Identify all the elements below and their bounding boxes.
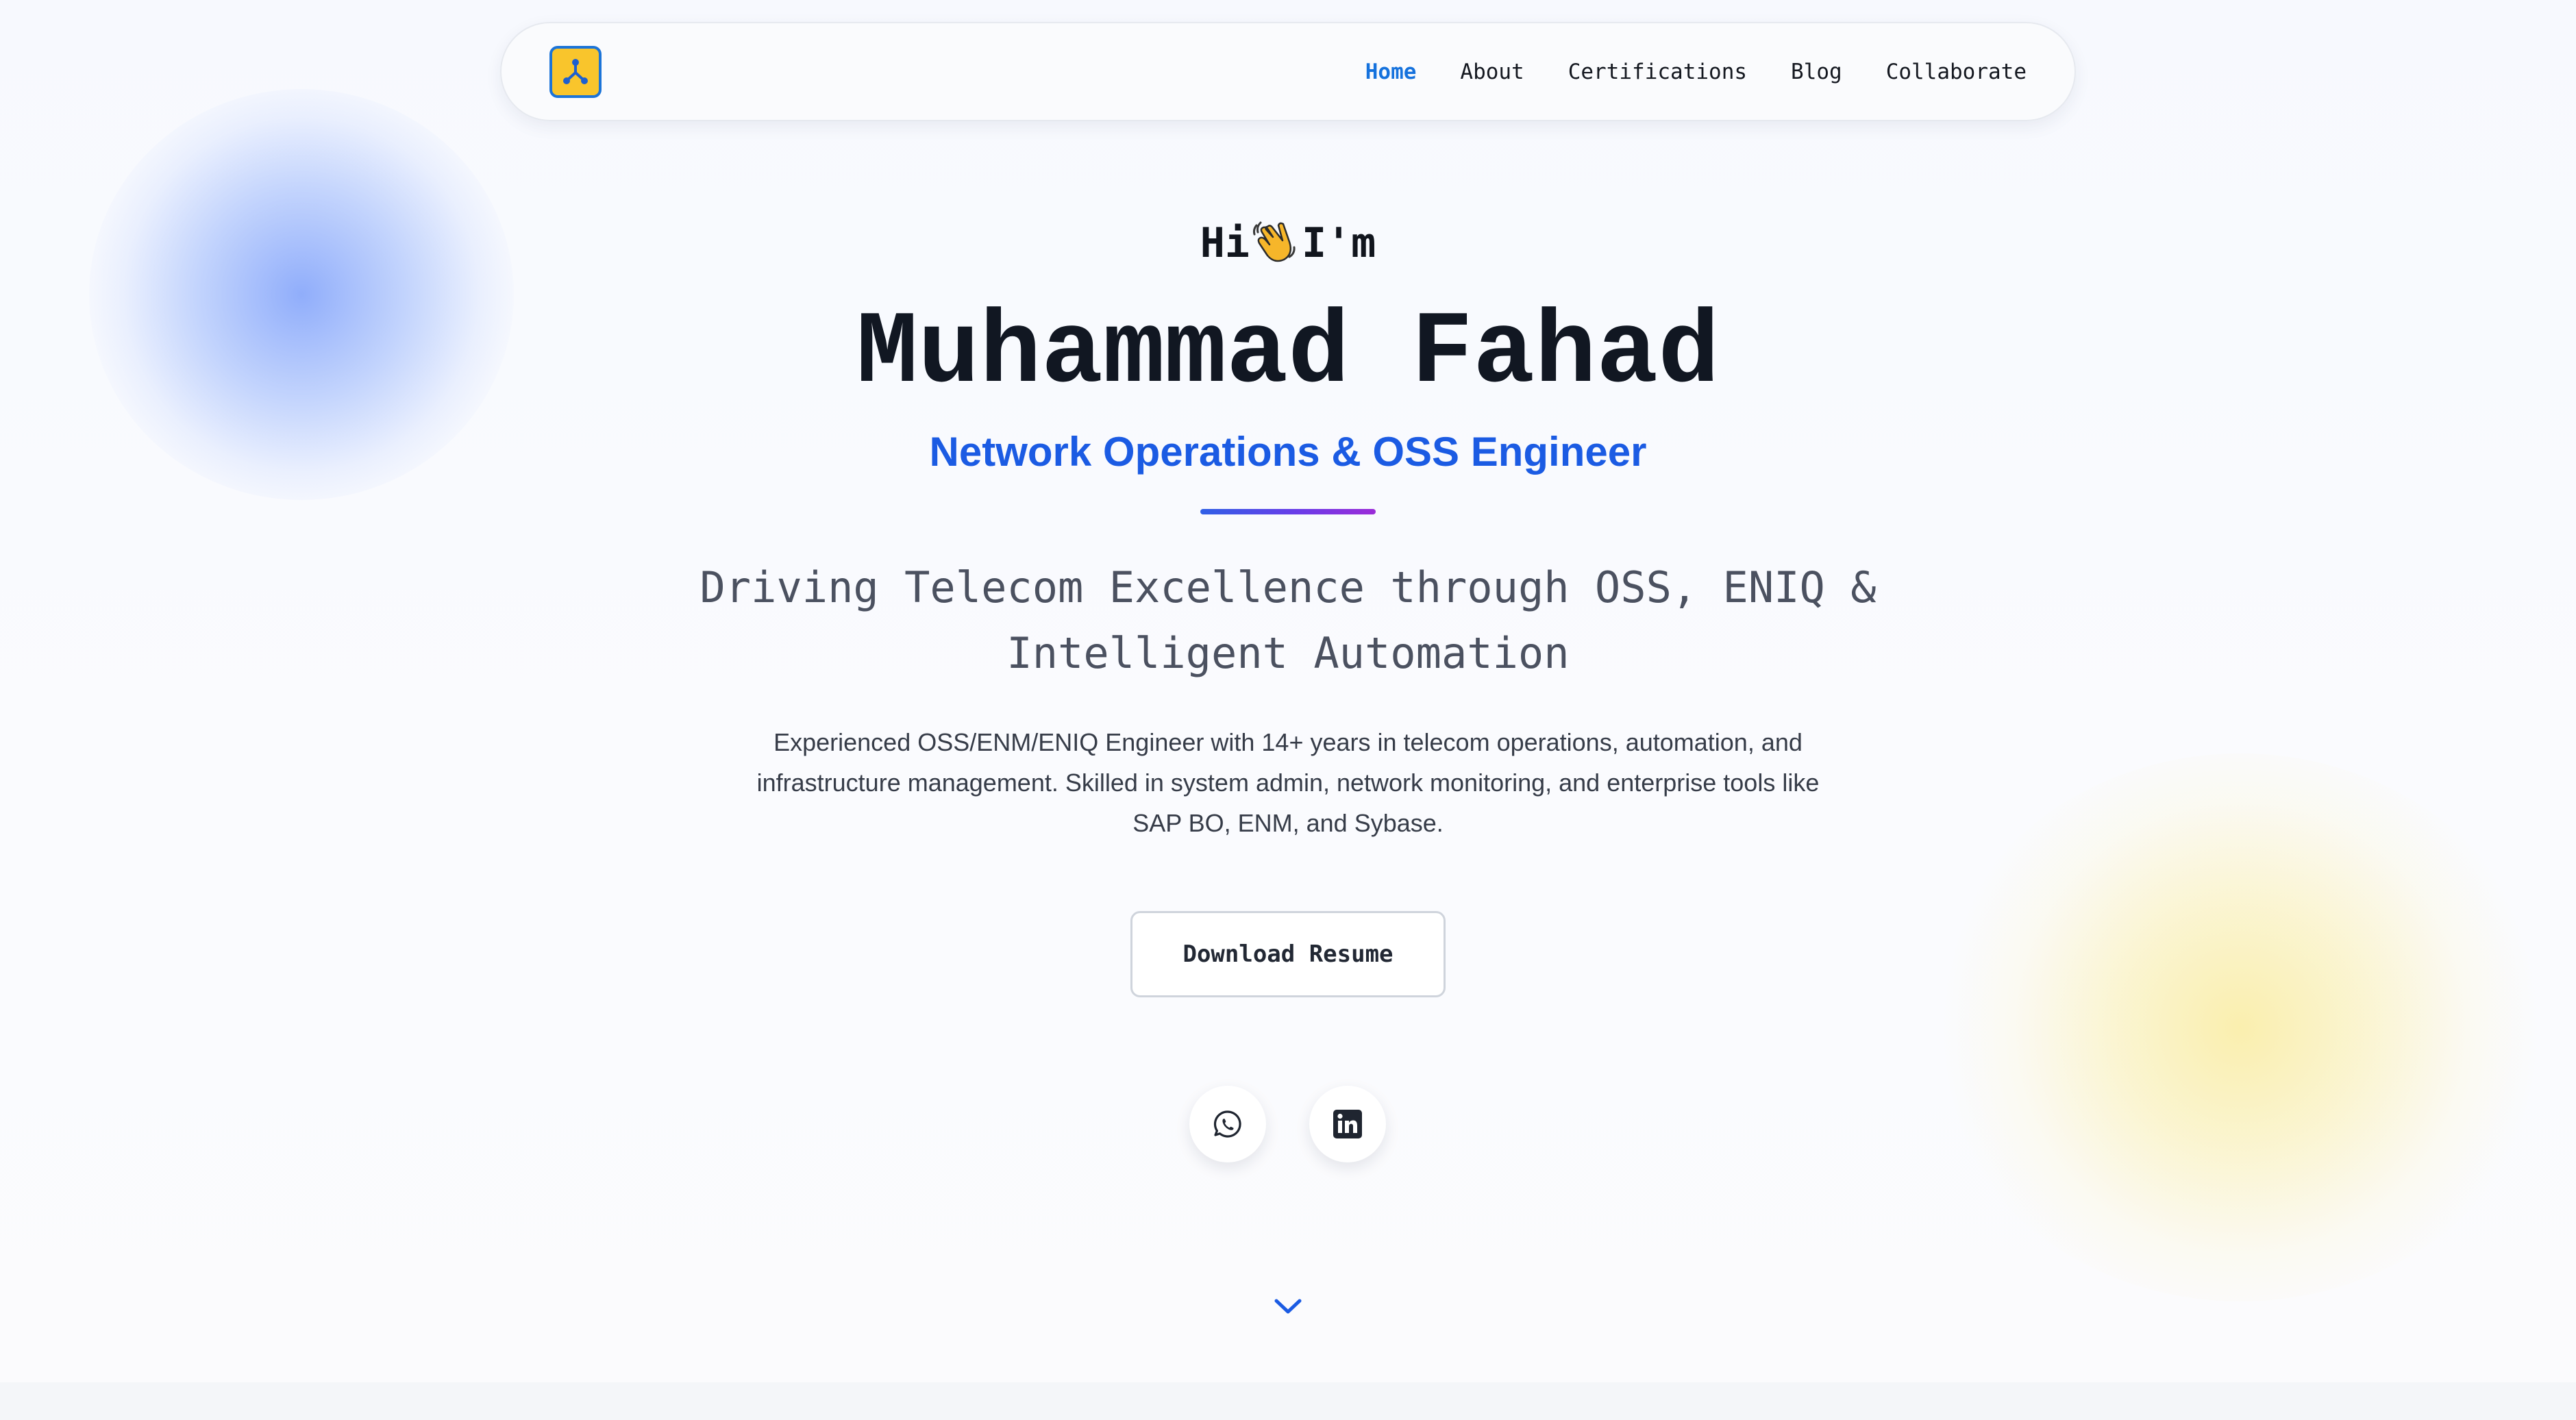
hero-greeting: Hi I'm — [0, 216, 2576, 271]
page-root: Home About Certifications Blog Collabora… — [0, 0, 2576, 1420]
top-navbar: Home About Certifications Blog Collabora… — [500, 22, 2076, 121]
greeting-im: I'm — [1301, 219, 1376, 267]
whatsapp-icon — [1213, 1110, 1241, 1138]
next-section-edge — [0, 1382, 2576, 1420]
linkedin-button[interactable] — [1309, 1086, 1386, 1162]
hero-tagline: Driving Telecom Excellence through OSS, … — [699, 562, 1877, 678]
nav-links: Home About Certifications Blog Collabora… — [1322, 23, 2027, 120]
whatsapp-button[interactable] — [1189, 1086, 1266, 1162]
nav-link-about[interactable]: About — [1460, 60, 1524, 84]
network-nodes-icon — [563, 59, 588, 84]
accent-divider — [1200, 509, 1376, 514]
download-resume-button[interactable]: Download Resume — [1130, 911, 1446, 997]
nav-link-blog[interactable]: Blog — [1791, 60, 1842, 84]
nav-link-certifications[interactable]: Certifications — [1568, 60, 1747, 84]
hero-name: Muhammad Fahad — [856, 296, 1720, 412]
greeting-hi: Hi — [1200, 219, 1250, 267]
nav-link-collaborate[interactable]: Collaborate — [1886, 60, 2027, 84]
hero-role: Network Operations & OSS Engineer — [929, 429, 1647, 475]
hero-intro: Experienced OSS/ENM/ENIQ Engineer with 1… — [756, 728, 1820, 837]
linkedin-icon — [1333, 1110, 1362, 1138]
chevron-down-icon[interactable] — [1271, 1289, 1305, 1323]
nav-link-home[interactable]: Home — [1365, 60, 1417, 84]
site-logo[interactable] — [549, 46, 602, 98]
waving-hand-icon — [1252, 221, 1296, 262]
background-yellow-glow — [1932, 753, 2549, 1301]
